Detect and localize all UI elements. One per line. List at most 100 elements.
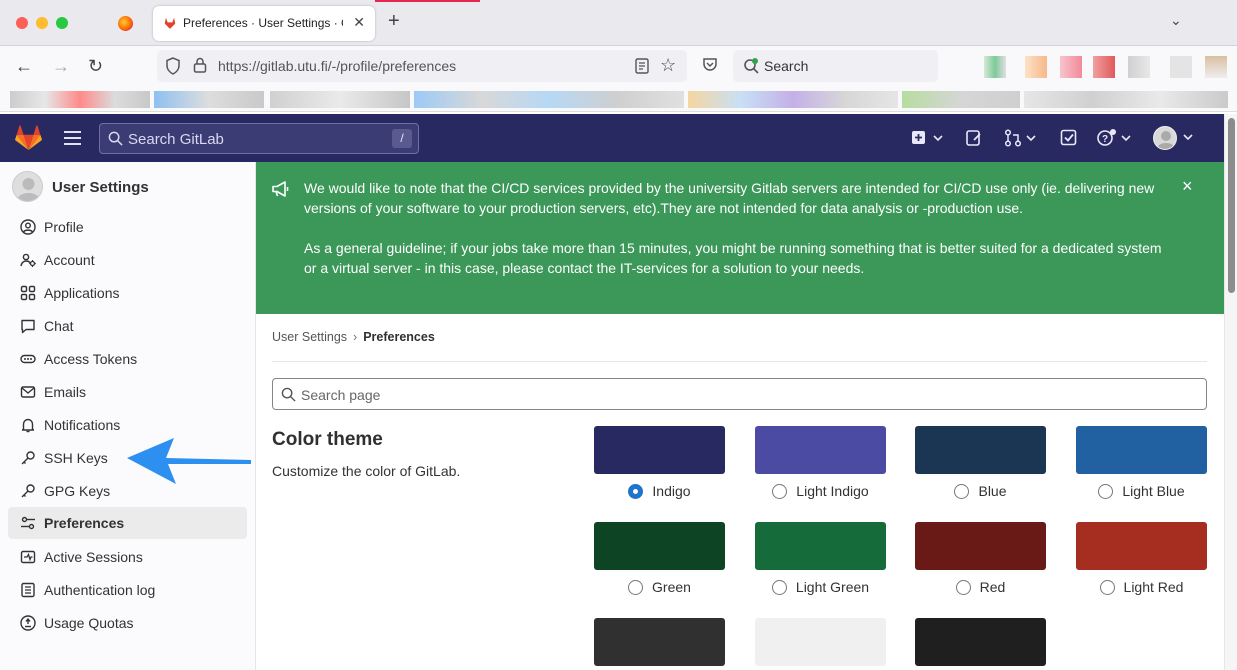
sidebar-item-profile[interactable]: Profile	[8, 211, 247, 243]
theme-radio-option[interactable]: Green	[594, 577, 725, 597]
extension-icon[interactable]	[1060, 56, 1082, 78]
hamburger-menu-icon[interactable]	[64, 131, 81, 149]
sidebar-item-label: Notifications	[44, 417, 121, 433]
shield-icon[interactable]	[165, 57, 181, 75]
sidebar-item-preferences[interactable]: Preferences	[8, 507, 247, 539]
page-scrollbar[interactable]	[1224, 114, 1237, 670]
extension-icon[interactable]	[1205, 56, 1227, 78]
svg-text:?: ?	[1102, 134, 1108, 145]
chevron-down-icon[interactable]	[1182, 133, 1194, 151]
color-swatch[interactable]	[755, 522, 886, 570]
bookmark-item[interactable]	[10, 91, 150, 108]
theme-radio-option[interactable]: Light Indigo	[755, 481, 886, 501]
theme-radio-option[interactable]: Light Red	[1076, 577, 1207, 597]
extension-icon[interactable]	[1170, 56, 1192, 78]
url-text[interactable]: https://gitlab.utu.fi/-/profile/preferen…	[218, 58, 456, 74]
lock-icon[interactable]	[193, 57, 207, 73]
applications-icon	[20, 285, 36, 301]
merge-requests-button[interactable]	[1004, 129, 1038, 147]
bookmark-item[interactable]	[688, 91, 898, 108]
gitlab-search-placeholder: Search GitLab	[128, 131, 224, 148]
pocket-icon[interactable]	[702, 57, 718, 73]
extension-icon[interactable]	[1093, 56, 1115, 78]
bookmark-item[interactable]	[270, 91, 410, 108]
radio-button[interactable]	[628, 483, 644, 499]
browser-tab[interactable]: Preferences · User Settings · GitLab ✕	[153, 6, 375, 41]
new-tab-icon[interactable]: +	[388, 11, 400, 31]
radio-button[interactable]	[954, 483, 970, 499]
section-description: Customize the color of GitLab.	[272, 463, 461, 479]
banner-message: We would like to note that the CI/CD ser…	[304, 178, 1174, 298]
sidebar-item-emails[interactable]: Emails	[8, 376, 247, 408]
close-tab-icon[interactable]: ✕	[353, 14, 365, 31]
bookmark-item[interactable]	[1024, 91, 1228, 108]
color-swatch[interactable]	[755, 426, 886, 474]
theme-radio-option[interactable]: Indigo	[594, 481, 725, 501]
sidebar-item-label: GPG Keys	[44, 483, 111, 499]
help-button[interactable]: ?	[1097, 129, 1133, 147]
sidebar-item-account[interactable]: Account	[8, 244, 247, 276]
bell-icon	[21, 418, 35, 433]
radio-button[interactable]	[1098, 483, 1114, 499]
radio-button[interactable]	[771, 579, 787, 595]
color-swatch[interactable]	[594, 522, 725, 570]
radio-button[interactable]	[772, 483, 788, 499]
color-swatch[interactable]	[915, 618, 1046, 666]
minimize-window-button[interactable]	[36, 17, 48, 29]
user-avatar[interactable]	[1153, 126, 1177, 150]
sidebar-item-applications[interactable]: Applications	[8, 277, 247, 309]
sidebar-item-usage-quotas[interactable]: Usage Quotas	[8, 607, 247, 639]
breadcrumb-link[interactable]: User Settings	[272, 330, 347, 344]
bookmark-item[interactable]	[902, 91, 1020, 108]
color-swatch[interactable]	[915, 522, 1046, 570]
radio-button[interactable]	[955, 579, 971, 595]
forward-icon[interactable]: →	[52, 55, 70, 77]
color-swatch[interactable]	[1076, 426, 1207, 474]
create-new-button[interactable]	[911, 129, 945, 147]
account-icon	[20, 253, 36, 267]
help-icon: ?	[1097, 129, 1131, 146]
color-swatch[interactable]	[594, 426, 725, 474]
theme-radio-option[interactable]: Light Green	[755, 577, 886, 597]
issues-button[interactable]	[965, 129, 983, 147]
extension-icon[interactable]	[984, 56, 1006, 78]
color-swatch[interactable]	[915, 426, 1046, 474]
gitlab-logo-icon[interactable]	[15, 125, 42, 151]
chevron-down-icon[interactable]: ⌄	[1170, 12, 1182, 29]
sidebar-item-authentication-log[interactable]: Authentication log	[8, 574, 247, 606]
theme-radio-option[interactable]: Blue	[915, 481, 1046, 501]
todos-button[interactable]	[1060, 129, 1078, 147]
extension-icon[interactable]	[1128, 56, 1150, 78]
gitlab-search-input[interactable]: Search GitLab /	[99, 123, 419, 154]
url-bar[interactable]: https://gitlab.utu.fi/-/profile/preferen…	[157, 50, 687, 82]
theme-radio-option[interactable]: Red	[915, 577, 1046, 597]
back-icon[interactable]: ←	[15, 55, 33, 77]
radio-button[interactable]	[628, 579, 644, 595]
key-icon	[21, 484, 35, 498]
close-window-button[interactable]	[16, 17, 28, 29]
color-swatch[interactable]	[1076, 522, 1207, 570]
reload-icon[interactable]: ↻	[88, 55, 103, 77]
color-swatch[interactable]	[594, 618, 725, 666]
firefox-icon	[118, 16, 133, 31]
maximize-window-button[interactable]	[56, 17, 68, 29]
log-icon	[21, 582, 35, 598]
radio-button[interactable]	[1099, 579, 1115, 595]
reader-view-icon[interactable]	[635, 58, 649, 74]
close-icon[interactable]: ×	[1182, 176, 1193, 197]
color-swatch[interactable]	[755, 618, 886, 666]
bookmark-item[interactable]	[154, 91, 264, 108]
sidebar-item-chat[interactable]: Chat	[8, 310, 247, 342]
sidebar-item-access-tokens[interactable]: Access Tokens	[8, 343, 247, 375]
bookmark-item[interactable]	[414, 91, 684, 108]
sidebar-item-label: Applications	[44, 285, 120, 301]
issues-icon	[966, 130, 981, 146]
search-page-input[interactable]: Search page	[272, 378, 1207, 410]
theme-radio-option[interactable]: Light Blue	[1076, 481, 1207, 501]
browser-search-bar[interactable]: Search	[733, 50, 938, 82]
theme-label: Red	[979, 579, 1006, 595]
extension-icon[interactable]	[1025, 56, 1047, 78]
sidebar-item-active-sessions[interactable]: Active Sessions	[8, 541, 247, 573]
bookmark-star-icon[interactable]: ☆	[660, 55, 676, 76]
scrollbar-thumb[interactable]	[1228, 118, 1235, 293]
